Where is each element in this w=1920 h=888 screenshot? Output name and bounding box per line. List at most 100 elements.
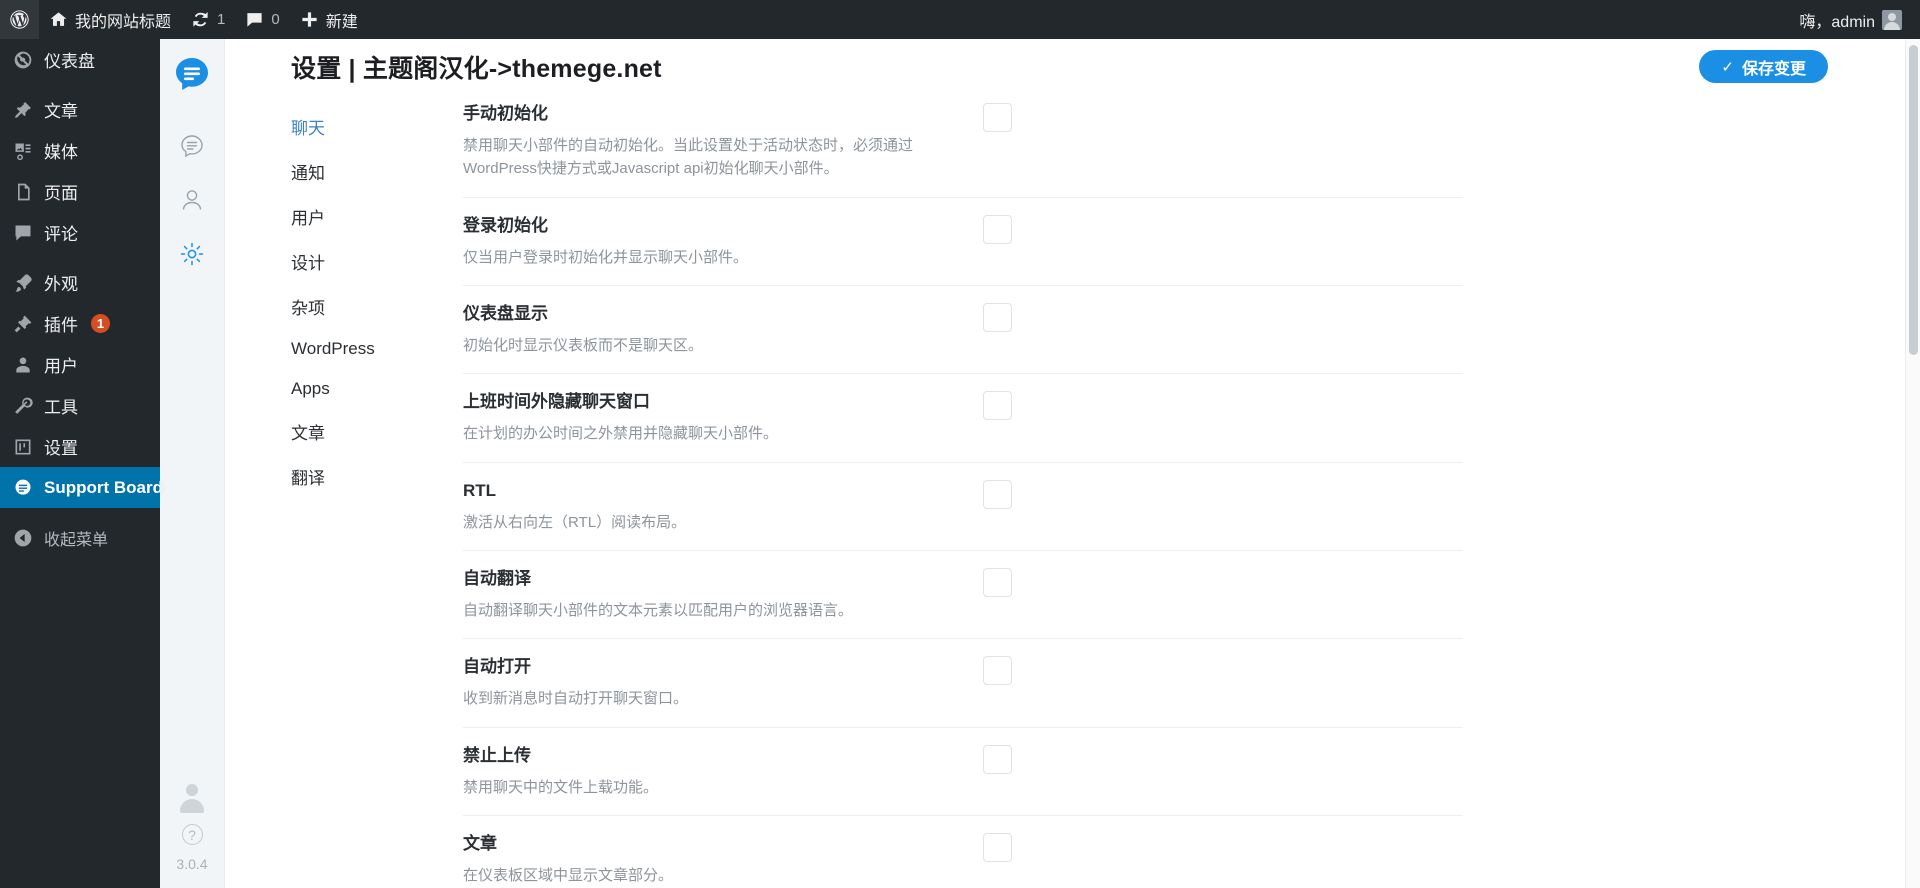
settings-nav-item-wordpress[interactable]: WordPress (291, 329, 393, 369)
setting-row: 登录初始化 仅当用户登录时初始化并显示聊天小部件。 (463, 198, 1463, 286)
setting-checkbox[interactable] (983, 567, 1012, 597)
settings-nav-item-misc[interactable]: 杂项 (291, 284, 393, 329)
setting-text: 登录初始化 仅当用户登录时初始化并显示聊天小部件。 (463, 215, 983, 269)
collapse-menu-label: 收起菜单 (44, 531, 109, 549)
setting-control (983, 214, 1012, 244)
scrollbar-thumb[interactable] (1909, 45, 1918, 355)
setting-control (983, 744, 1012, 774)
setting-checkbox[interactable] (983, 744, 1012, 774)
setting-control (983, 302, 1012, 332)
comments-menu-item[interactable]: 0 (235, 0, 289, 39)
sidebar-item-settings[interactable]: 设置 (0, 426, 160, 467)
settings-rows-list: 手动初始化 禁用聊天小部件的自动初始化。当此设置处于活动状态时，必须通过Word… (393, 94, 1920, 888)
setting-text: 自动翻译 自动翻译聊天小部件的文本元素以匹配用户的浏览器语言。 (463, 568, 983, 622)
settings-nav-item-users[interactable]: 用户 (291, 194, 393, 239)
comment-bubble-icon (245, 10, 264, 29)
collapse-menu-button[interactable]: 收起菜单 (0, 517, 160, 558)
setting-checkbox[interactable] (983, 833, 1012, 862)
settings-body: 聊天 通知 用户 设计 杂项 WordPress Apps 文章 翻译 手动初始… (225, 94, 1920, 888)
setting-control (983, 103, 1012, 132)
support-board-logo-icon[interactable] (171, 53, 213, 95)
sidebar-item-plugins[interactable]: 插件 1 (0, 303, 160, 344)
setting-title: 文章 (463, 834, 497, 853)
setting-row: 仪表盘显示 初始化时显示仪表板而不是聊天区。 (463, 286, 1463, 375)
settings-header: 设置 | 主题阁汉化->themege.net ✓ 保存变更 (225, 39, 1920, 94)
setting-text: RTL 激活从右向左（RTL）阅读布局。 (463, 480, 983, 534)
admin-bar-left-group: 我的网站标题 1 0 新建 (0, 0, 368, 39)
dashboard-icon (12, 50, 34, 70)
setting-control (983, 567, 1012, 597)
setting-control (983, 391, 1012, 421)
help-question-icon[interactable]: ? (181, 824, 203, 845)
setting-description: 在计划的办公时间之外禁用并隐藏聊天小部件。 (463, 425, 779, 443)
setting-checkbox[interactable] (983, 656, 1012, 686)
avatar-icon (1882, 9, 1902, 30)
conversations-chat-icon[interactable] (171, 125, 213, 167)
updates-menu-item[interactable]: 1 (181, 0, 235, 39)
settings-nav-item-chat[interactable]: 聊天 (291, 104, 393, 149)
settings-nav-item-design[interactable]: 设计 (291, 239, 393, 284)
comment-icon (12, 223, 34, 243)
setting-checkbox[interactable] (983, 479, 1012, 509)
sidebar-item-users[interactable]: 用户 (0, 344, 160, 385)
current-menu-arrow-icon (160, 479, 168, 496)
sidebar-item-comments[interactable]: 评论 (0, 212, 160, 253)
setting-text: 自动打开 收到新消息时自动打开聊天窗口。 (463, 656, 983, 710)
sidebar-item-posts[interactable]: 文章 (0, 89, 160, 130)
sidebar-item-label: 插件 (44, 316, 78, 335)
avatar-icon[interactable] (177, 783, 207, 813)
setting-row: 自动翻译 自动翻译聊天小部件的文本元素以匹配用户的浏览器语言。 (463, 551, 1463, 640)
save-changes-button[interactable]: ✓ 保存变更 (1699, 50, 1828, 83)
setting-title: 上班时间外隐藏聊天窗口 (463, 392, 650, 412)
users-person-icon[interactable] (171, 179, 213, 221)
setting-description: 自动翻译聊天小部件的文本元素以匹配用户的浏览器语言。 (463, 602, 854, 620)
settings-nav-item-articles[interactable]: 文章 (291, 409, 393, 454)
comments-count: 0 (271, 11, 280, 28)
setting-checkbox[interactable] (983, 302, 1012, 332)
rail-bottom-group: ? 3.0.4 (160, 783, 224, 872)
sidebar-item-appearance[interactable]: 外观 (0, 262, 160, 303)
support-board-icon-rail: ? 3.0.4 (160, 39, 225, 888)
howdy-label: 嗨，admin (1799, 13, 1875, 31)
sidebar-item-label: 媒体 (44, 143, 78, 162)
setting-text: 手动初始化 禁用聊天小部件的自动初始化。当此设置处于活动状态时，必须通过Word… (463, 103, 983, 181)
new-content-menu-item[interactable]: 新建 (290, 0, 368, 39)
setting-description: 收到新消息时自动打开聊天窗口。 (463, 690, 689, 708)
settings-nav-item-apps[interactable]: Apps (291, 369, 393, 409)
site-name-menu-item[interactable]: 我的网站标题 (39, 0, 181, 39)
settings-nav-item-translations[interactable]: 翻译 (291, 454, 393, 499)
setting-control (983, 656, 1012, 686)
setting-checkbox[interactable] (983, 391, 1012, 421)
sidebar-item-tools[interactable]: 工具 (0, 385, 160, 426)
tools-wrench-icon (12, 396, 34, 416)
sidebar-item-pages[interactable]: 页面 (0, 171, 160, 212)
sidebar-item-label: 外观 (44, 275, 78, 294)
setting-checkbox[interactable] (983, 214, 1012, 244)
sidebar-item-support-board[interactable]: Support Board (0, 467, 168, 508)
check-icon: ✓ (1721, 58, 1734, 76)
my-account-menu-item[interactable]: 嗨，admin (1789, 0, 1912, 39)
setting-row: 文章 在仪表板区域中显示文章部分。 (463, 816, 1463, 888)
sidebar-item-label: 文章 (44, 102, 78, 121)
media-icon (12, 141, 34, 161)
settings-nav-item-notifications[interactable]: 通知 (291, 149, 393, 194)
sidebar-item-label: 仪表盘 (44, 52, 95, 71)
pin-icon (12, 100, 34, 120)
wordpress-icon (9, 9, 30, 30)
menu-separator (0, 253, 160, 262)
wp-logo-menu-item[interactable] (0, 0, 39, 39)
page-scrollbar[interactable] (1905, 39, 1920, 888)
support-board-app: ? 3.0.4 设置 | 主题阁汉化->themege.net ✓ 保存变更 聊… (160, 39, 1920, 888)
settings-nav: 聊天 通知 用户 设计 杂项 WordPress Apps 文章 翻译 (225, 94, 393, 888)
sidebar-item-media[interactable]: 媒体 (0, 130, 160, 171)
users-icon (12, 355, 34, 375)
setting-checkbox[interactable] (983, 103, 1012, 132)
settings-sliders-icon (12, 437, 34, 457)
setting-description: 仅当用户登录时初始化并显示聊天小部件。 (463, 248, 749, 266)
sidebar-item-dashboard[interactable]: 仪表盘 (0, 39, 160, 80)
save-changes-label: 保存变更 (1741, 60, 1806, 78)
settings-gear-icon[interactable] (171, 233, 213, 275)
wp-admin-bar: 我的网站标题 1 0 新建 嗨，admin (0, 0, 1920, 39)
sidebar-item-label: 设置 (44, 439, 78, 458)
admin-bar-right-group: 嗨，admin (1789, 0, 1920, 39)
